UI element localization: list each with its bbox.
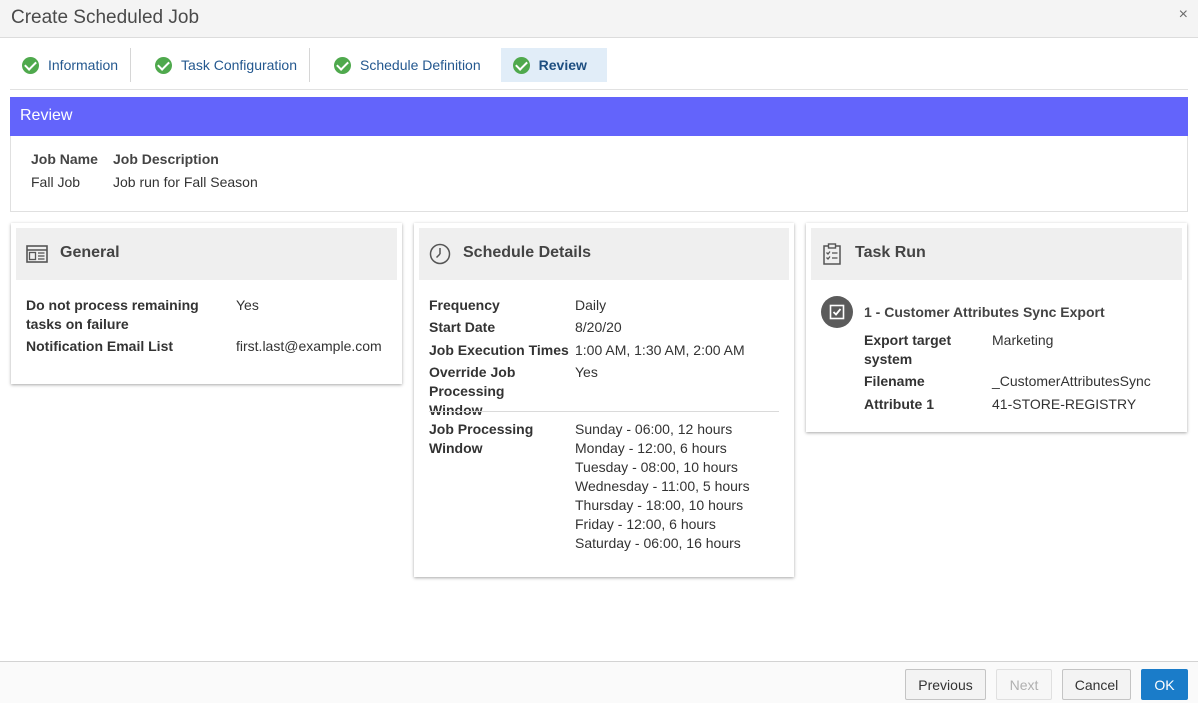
processing-window-entry: Tuesday - 08:00, 10 hours xyxy=(575,459,738,475)
schedule-divider xyxy=(429,411,779,412)
task-run-card-header: Task Run xyxy=(811,228,1182,280)
notification-email-label: Notification Email List xyxy=(26,338,174,354)
processing-window-entry: Thursday - 18:00, 10 hours xyxy=(575,497,744,513)
dialog-title: Create Scheduled Job xyxy=(11,7,200,28)
dialog-titlebar: Create Scheduled Job × xyxy=(0,0,1198,38)
frequency-label: Frequency xyxy=(429,297,500,313)
job-name-value: Fall Job xyxy=(31,174,81,190)
processing-window-entry: Saturday - 06:00, 16 hours xyxy=(575,535,741,551)
schedule-card-header: Schedule Details xyxy=(419,228,789,280)
job-name-label: Job Name xyxy=(31,151,98,167)
schedule-details-card: Schedule Details Frequency Daily Start D… xyxy=(414,223,794,577)
step-information[interactable]: Information xyxy=(10,48,132,82)
ok-button[interactable]: OK xyxy=(1141,669,1188,700)
export-target-value: Marketing xyxy=(992,332,1054,348)
task-run-card: Task Run 1 - Customer Attributes Sync Ex… xyxy=(806,223,1187,432)
execution-times-label: Job Execution Times xyxy=(429,342,569,358)
filename-label: Filename xyxy=(864,373,925,389)
dialog-footer: Previous Next Cancel OK xyxy=(0,661,1198,703)
window-panel-icon xyxy=(26,245,48,263)
task-title: 1 - Customer Attributes Sync Export xyxy=(864,304,1105,320)
step-label: Task Configuration xyxy=(181,57,297,73)
execution-times-value: 1:00 AM, 1:30 AM, 2:00 AM xyxy=(575,342,745,358)
processing-window-entry: Friday - 12:00, 6 hours xyxy=(575,516,716,532)
check-circle-icon xyxy=(22,56,39,74)
general-card-header: General xyxy=(16,228,397,280)
train-divider xyxy=(10,89,1188,90)
schedule-card-title: Schedule Details xyxy=(463,244,592,261)
clock-icon xyxy=(429,243,451,265)
check-circle-icon xyxy=(155,56,173,74)
previous-button[interactable]: Previous xyxy=(905,669,986,700)
check-circle-icon xyxy=(334,56,351,74)
general-card: General Do not process remaining tasks o… xyxy=(11,223,402,384)
attribute-1-label: Attribute 1 xyxy=(864,396,934,412)
next-button[interactable]: Next xyxy=(996,669,1052,700)
step-label: Review xyxy=(538,57,587,73)
step-label: Schedule Definition xyxy=(360,57,481,73)
processing-window-label: Job Processing Window xyxy=(429,421,534,456)
step-task-configuration[interactable]: Task Configuration xyxy=(143,48,310,82)
start-date-value: 8/20/20 xyxy=(575,319,622,335)
review-header: Review xyxy=(10,97,1188,136)
notification-email-value: first.last@example.com xyxy=(236,338,382,354)
do-not-process-label: Do not process remaining tasks on failur… xyxy=(26,297,199,332)
export-target-label: Export target system xyxy=(864,332,952,367)
step-train: Information Task Configuration Schedule … xyxy=(10,48,607,82)
cancel-button[interactable]: Cancel xyxy=(1062,669,1131,700)
processing-window-entry: Wednesday - 11:00, 5 hours xyxy=(575,478,750,494)
clipboard-checklist-icon xyxy=(823,243,841,265)
review-summary: Job Name Job Description Fall Job Job ru… xyxy=(10,136,1188,212)
do-not-process-value: Yes xyxy=(236,297,259,313)
step-review[interactable]: Review xyxy=(500,48,607,82)
check-circle-icon xyxy=(512,56,530,74)
filename-value: _CustomerAttributesSync xyxy=(992,373,1151,389)
step-schedule-definition[interactable]: Schedule Definition xyxy=(322,48,501,82)
task-check-icon xyxy=(821,296,853,328)
attribute-1-value: 41-STORE-REGISTRY xyxy=(992,396,1137,412)
close-icon[interactable]: × xyxy=(1179,6,1188,24)
step-label: Information xyxy=(48,57,119,73)
task-run-card-title: Task Run xyxy=(855,244,926,261)
general-card-title: General xyxy=(60,244,120,261)
override-window-value: Yes xyxy=(575,364,598,380)
processing-window-entry: Sunday - 06:00, 12 hours xyxy=(575,421,733,437)
job-description-label: Job Description xyxy=(113,151,219,167)
start-date-label: Start Date xyxy=(429,319,496,335)
processing-window-entry: Monday - 12:00, 6 hours xyxy=(575,440,727,456)
job-description-value: Job run for Fall Season xyxy=(113,174,258,190)
frequency-value: Daily xyxy=(575,297,607,313)
